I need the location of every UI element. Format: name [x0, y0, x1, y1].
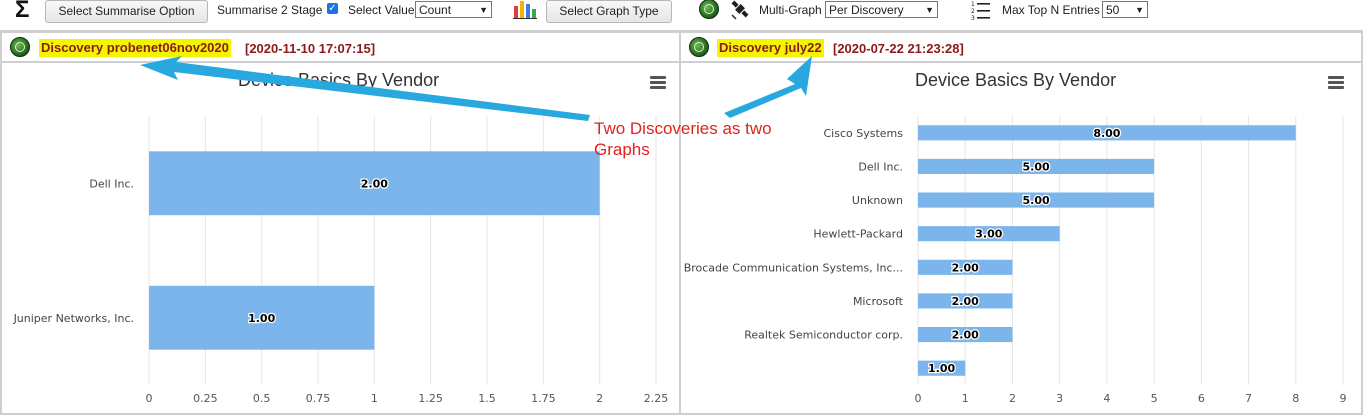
- right-data-label: 5.00: [1022, 160, 1049, 173]
- right-x-tick-label: 4: [1103, 392, 1110, 405]
- sigma-icon[interactable]: Σ: [15, 0, 29, 24]
- radar-icon: [699, 0, 719, 19]
- left-x-tick-label: 2: [596, 392, 603, 405]
- summarise-2-stage-checkbox[interactable]: ✓: [327, 3, 338, 14]
- left-data-label: 1.00: [248, 312, 275, 325]
- right-data-label: 3.00: [975, 228, 1002, 241]
- right-x-tick-label: 9: [1340, 392, 1347, 405]
- left-x-tick-label: 1.5: [478, 392, 496, 405]
- right-category-label: Unknown: [852, 194, 903, 207]
- right-category-label: Cisco Systems: [824, 127, 904, 140]
- right-data-label: 5.00: [1022, 194, 1049, 207]
- right-category-label: Microsoft: [853, 295, 904, 308]
- bar-chart-icon[interactable]: [512, 0, 538, 20]
- left-x-tick-label: 0.5: [253, 392, 271, 405]
- svg-text:3: 3: [971, 15, 975, 22]
- select-summarise-option-button[interactable]: Select Summarise Option: [45, 0, 208, 23]
- right-data-label: 2.00: [952, 295, 979, 308]
- select-value-dropdown[interactable]: Count ▼: [415, 1, 492, 18]
- max-top-n-selected: 50: [1106, 3, 1120, 17]
- bar-chart-right: 0 1 2 3 4 5 6 7 8 9 8.00 Cisco Systems 5.00 Dell Inc.…: [684, 116, 1347, 405]
- chevron-down-icon: ▼: [925, 5, 934, 15]
- multi-graph-dropdown[interactable]: Per Discovery ▼: [825, 1, 938, 18]
- right-x-tick-label: 7: [1245, 392, 1252, 405]
- right-x-tick-label: 2: [1009, 392, 1016, 405]
- right-x-tick-label: 3: [1056, 392, 1063, 405]
- right-category-label: Dell Inc.: [858, 160, 903, 173]
- left-x-tick-label: 0: [146, 392, 153, 405]
- select-graph-type-button[interactable]: Select Graph Type: [546, 0, 672, 23]
- satellite-icon: [731, 0, 749, 20]
- svg-text:2: 2: [971, 8, 975, 15]
- right-category-label: Realtek Semiconductor corp.: [744, 329, 903, 342]
- select-value-label: Select Value: [348, 3, 415, 17]
- right-category-label: Brocade Communication Systems, Inc...: [684, 261, 903, 274]
- left-x-tick-label: 1.25: [418, 392, 443, 405]
- multi-graph-selected: Per Discovery: [829, 3, 904, 17]
- chevron-down-icon: ▼: [479, 5, 488, 15]
- annotation-text: Two Discoveries as two Graphs: [594, 119, 772, 159]
- right-data-label: 2.00: [952, 261, 979, 274]
- left-data-label: 2.00: [361, 177, 388, 190]
- right-x-tick-label: 8: [1292, 392, 1299, 405]
- right-x-tick-label: 1: [962, 392, 969, 405]
- max-top-n-label: Max Top N Entries: [1002, 3, 1100, 17]
- right-data-label: 2.00: [952, 329, 979, 342]
- left-category-label: Juniper Networks, Inc.: [13, 312, 134, 325]
- left-x-tick-label: 0.25: [193, 392, 218, 405]
- left-category-label: Dell Inc.: [89, 177, 134, 190]
- left-x-tick-label: 1.75: [531, 392, 556, 405]
- select-value-selected: Count: [419, 3, 452, 17]
- discovery-panel-left: Discovery probenet06nov2020 [2020-11-10 …: [0, 31, 681, 415]
- right-data-label: 1.00: [928, 362, 955, 375]
- right-data-label: 8.00: [1093, 127, 1120, 140]
- multi-graph-label: Multi-Graph: [759, 3, 822, 17]
- right-x-tick-label: 0: [915, 392, 922, 405]
- left-x-tick-label: 2.25: [644, 392, 669, 405]
- left-x-tick-label: 1: [371, 392, 378, 405]
- bar-chart-left: 0 0.25 0.5 0.75 1 1.25 1.5 1.75 2 2.25 2.00 Dell In…: [13, 116, 669, 405]
- right-x-tick-label: 5: [1151, 392, 1158, 405]
- max-top-n-dropdown[interactable]: 50 ▼: [1102, 1, 1148, 18]
- summarise-2-stage-label: Summarise 2 Stage: [217, 3, 323, 17]
- chevron-down-icon: ▼: [1135, 5, 1144, 15]
- numbered-list-icon: 1 2 3: [971, 1, 990, 22]
- left-x-tick-label: 0.75: [306, 392, 331, 405]
- svg-text:1: 1: [971, 1, 975, 8]
- discovery-panel-right: Discovery july22 [2020-07-22 21:23:28] D…: [679, 31, 1363, 415]
- toolbar: Σ Select Summarise Option Summarise 2 St…: [0, 0, 1363, 31]
- right-x-tick-label: 6: [1198, 392, 1205, 405]
- right-category-label: Hewlett-Packard: [813, 228, 903, 241]
